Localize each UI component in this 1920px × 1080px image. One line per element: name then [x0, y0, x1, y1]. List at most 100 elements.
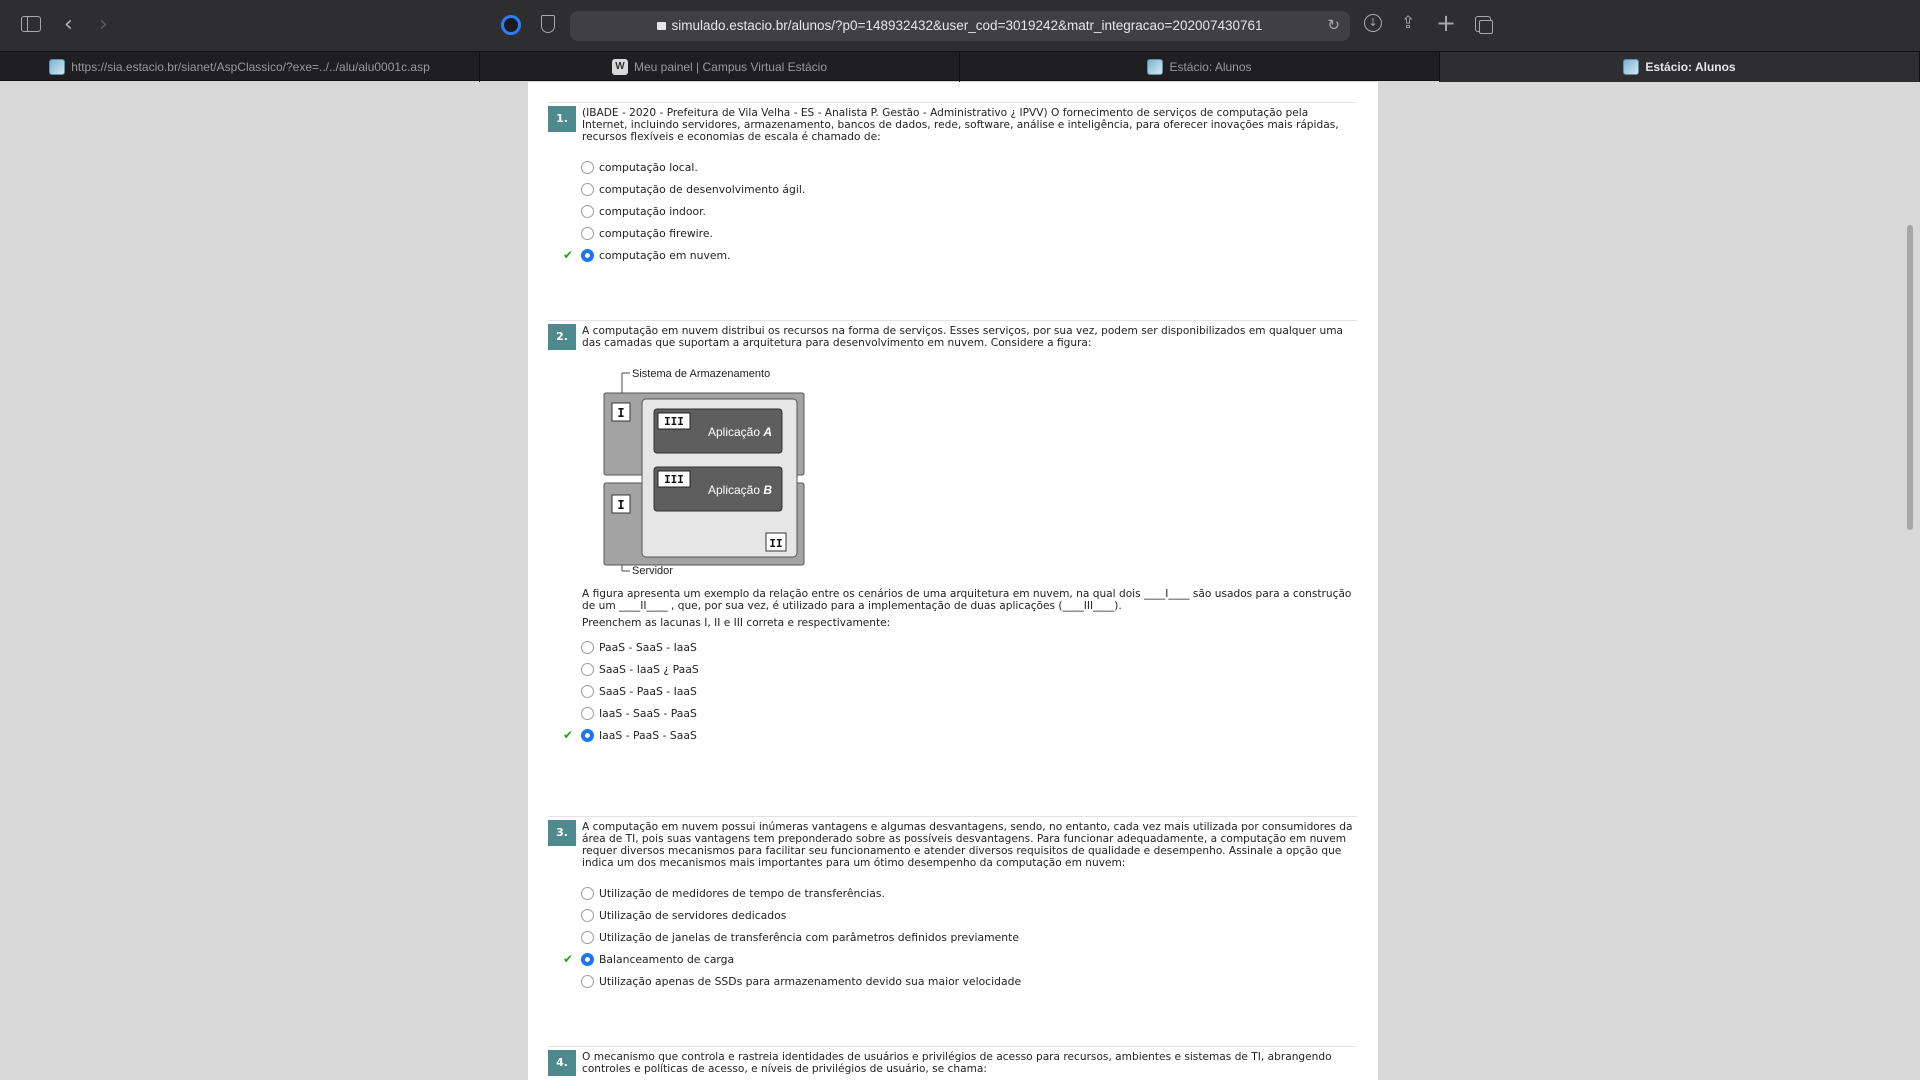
option-label: SaaS - IaaS ¿ PaaS [599, 662, 699, 676]
radio-button[interactable] [581, 182, 594, 196]
marker-i-label: I [617, 498, 624, 512]
tab-label: Meu painel | Campus Virtual Estácio [634, 60, 827, 74]
option-label: Utilização apenas de SSDs para armazenam… [599, 974, 1022, 988]
tab-sia[interactable]: https://sia.estacio.br/sianet/AspClassic… [0, 52, 480, 82]
application-a-label: Aplicação A [708, 425, 772, 439]
question-text: O mecanismo que controla e rastreia iden… [582, 1051, 1332, 1075]
privacy-shield-icon[interactable] [541, 15, 555, 33]
server-label: Servidor [632, 565, 673, 574]
answer-option[interactable]: SaaS - PaaS - IaaS [562, 684, 697, 698]
option-label: PaaS - SaaS - IaaS [599, 640, 697, 654]
option-label: computação em nuvem. [599, 248, 731, 262]
radio-button[interactable] [581, 684, 594, 698]
radio-button[interactable] [581, 886, 594, 900]
extension-icon[interactable] [501, 15, 521, 35]
radio-button[interactable] [581, 706, 594, 720]
radio-button-selected[interactable] [581, 728, 594, 742]
download-icon[interactable]: ↓ [1364, 14, 1382, 32]
site-favicon-icon [1147, 59, 1164, 75]
option-label: IaaS - SaaS - PaaS [599, 706, 697, 720]
tab-estacio-alunos-active[interactable]: Estácio: Alunos [1440, 52, 1920, 82]
option-label: Balanceamento de carga [599, 952, 735, 966]
option-label: Utilização de medidores de tempo de tran… [599, 886, 885, 900]
option-label: computação firewire. [599, 226, 713, 240]
answer-option[interactable]: Utilização de servidores dedicados [562, 908, 786, 922]
answer-option[interactable]: computação local. [562, 160, 698, 174]
answer-option-selected[interactable]: ✔ IaaS - PaaS - SaaS [562, 728, 697, 742]
radio-button-selected[interactable] [581, 952, 594, 966]
option-label: SaaS - PaaS - IaaS [599, 684, 697, 698]
option-label: Utilização de janelas de transferência c… [599, 930, 1020, 944]
answer-option[interactable]: Utilização de medidores de tempo de tran… [562, 886, 885, 900]
option-label: computação indoor. [599, 204, 706, 218]
question-number-badge: 4. [548, 1050, 576, 1076]
tab-estacio-alunos[interactable]: Estácio: Alunos [960, 52, 1440, 82]
figure-explanation-text: A figura apresenta um exemplo da relação… [582, 588, 1352, 612]
option-label: computação local. [599, 160, 698, 174]
question-3: 3. A computação em nuvem possui inúmeras… [548, 816, 1357, 1016]
site-favicon-icon [1623, 59, 1640, 75]
option-label: computação de desenvolvimento ágil. [599, 182, 806, 196]
radio-button[interactable] [581, 930, 594, 944]
radio-button[interactable] [581, 160, 594, 174]
answer-option[interactable]: computação indoor. [562, 204, 706, 218]
answer-option[interactable]: SaaS - IaaS ¿ PaaS [562, 662, 699, 676]
storage-system-label: Sistema de Armazenamento [632, 368, 770, 380]
marker-iii-label: III [664, 473, 684, 486]
tab-label: Estácio: Alunos [1169, 60, 1252, 74]
reload-icon[interactable]: ↻ [1327, 16, 1340, 34]
marker-iii-label: III [664, 415, 684, 428]
share-icon[interactable]: ⇪ [1401, 13, 1415, 33]
exam-page: 1. (IBADE - 2020 - Prefeitura de Vila Ve… [528, 82, 1378, 1080]
radio-button[interactable] [581, 204, 594, 218]
correct-check-icon: ✔ [562, 248, 574, 262]
question-text: (IBADE - 2020 - Prefeitura de Vila Velha… [582, 107, 1339, 143]
answer-option[interactable]: Utilização apenas de SSDs para armazenam… [562, 974, 1021, 988]
browser-toolbar: ‹ › simulado.estacio.br/alunos/?p0=14893… [0, 0, 1920, 51]
question-text: A computação em nuvem possui inúmeras va… [582, 821, 1353, 869]
answer-option[interactable]: IaaS - SaaS - PaaS [562, 706, 697, 720]
tab-label: Estácio: Alunos [1645, 60, 1736, 74]
address-text[interactable]: simulado.estacio.br/alunos/?p0=148932432… [570, 18, 1350, 33]
tab-label: https://sia.estacio.br/sianet/AspClassic… [71, 60, 430, 74]
answer-option-selected[interactable]: ✔ computação em nuvem. [562, 248, 731, 262]
site-favicon-icon [49, 59, 66, 75]
tab-campus-virtual[interactable]: W Meu painel | Campus Virtual Estácio [480, 52, 960, 82]
answer-option[interactable]: computação de desenvolvimento ágil. [562, 182, 805, 196]
instruction-text: Preenchem as lacunas I, II e III correta… [582, 617, 891, 629]
radio-button-selected[interactable] [581, 248, 594, 262]
radio-button[interactable] [581, 974, 594, 988]
tab-overview-icon[interactable] [1475, 16, 1493, 34]
question-2: 2. A computação em nuvem distribui os re… [548, 320, 1357, 800]
radio-button[interactable] [581, 908, 594, 922]
lock-icon [657, 22, 667, 30]
answer-option-selected[interactable]: ✔ Balanceamento de carga [562, 952, 734, 966]
answer-option[interactable]: PaaS - SaaS - IaaS [562, 640, 697, 654]
marker-i-label: I [617, 406, 624, 420]
cloud-architecture-figure: Sistema de Armazenamento I I III Aplicaç… [603, 368, 805, 574]
radio-button[interactable] [581, 640, 594, 654]
radio-button[interactable] [581, 226, 594, 240]
radio-button[interactable] [581, 662, 594, 676]
question-1: 1. (IBADE - 2020 - Prefeitura de Vila Ve… [548, 102, 1357, 302]
correct-check-icon: ✔ [562, 952, 574, 966]
sidebar-toggle-icon[interactable] [21, 16, 41, 32]
tab-bar: https://sia.estacio.br/sianet/AspClassic… [0, 51, 1920, 82]
back-arrow-icon[interactable]: ‹ [64, 12, 73, 37]
question-number-badge: 2. [548, 324, 576, 350]
address-bar[interactable]: simulado.estacio.br/alunos/?p0=148932432… [570, 11, 1350, 41]
application-b-label: Aplicação B [708, 483, 772, 497]
page-scrollbar[interactable] [1907, 225, 1913, 530]
question-number-badge: 1. [548, 106, 576, 132]
new-tab-icon[interactable]: + [1436, 9, 1456, 37]
w-favicon-icon: W [612, 59, 628, 75]
option-label: Utilização de servidores dedicados [599, 908, 787, 922]
forward-arrow-icon[interactable]: › [99, 12, 108, 37]
answer-option[interactable]: Utilização de janelas de transferência c… [562, 930, 1019, 944]
option-label: IaaS - PaaS - SaaS [599, 728, 697, 742]
answer-option[interactable]: computação firewire. [562, 226, 713, 240]
question-text: A computação em nuvem distribui os recur… [582, 325, 1344, 349]
url-label: simulado.estacio.br/alunos/?p0=148932432… [671, 18, 1263, 33]
question-4: 4. O mecanismo que controla e rastreia i… [548, 1046, 1357, 1080]
correct-check-icon: ✔ [562, 728, 574, 742]
